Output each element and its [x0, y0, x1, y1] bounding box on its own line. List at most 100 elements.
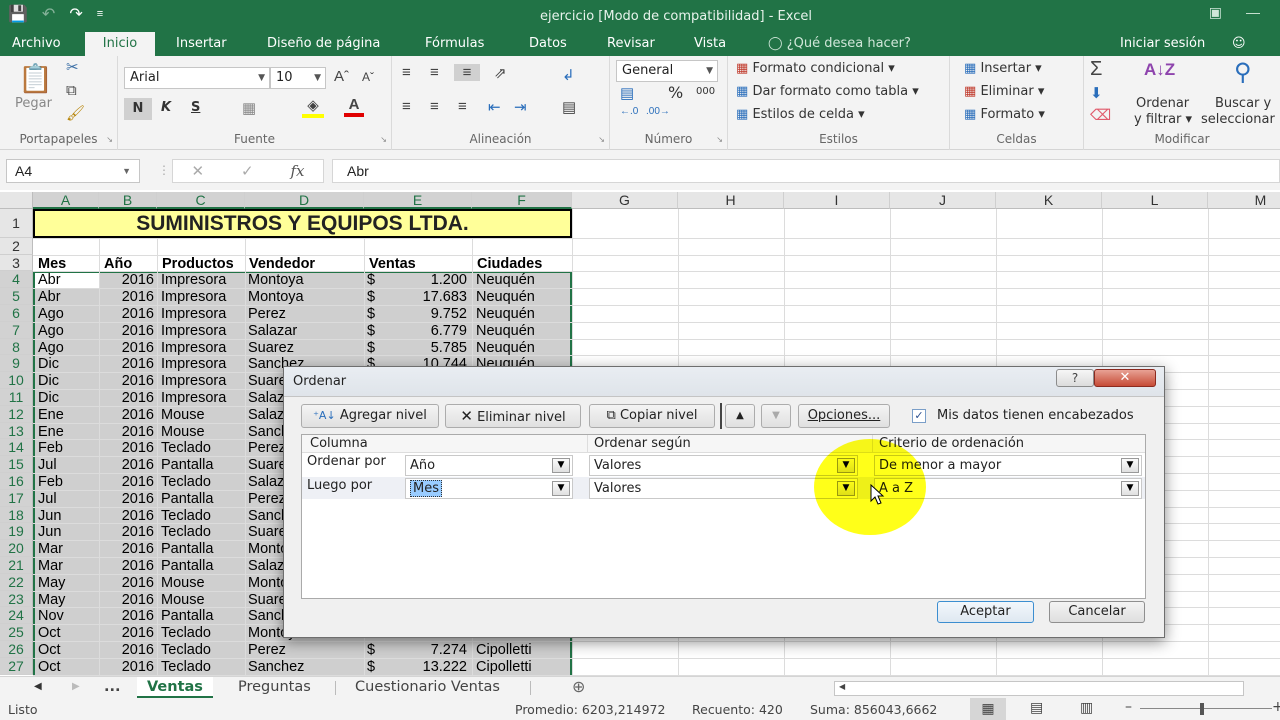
cell-mes[interactable]: Ago [35, 306, 97, 322]
cell-ventas[interactable]: 1.200 [384, 272, 470, 288]
cell-anio[interactable]: 2016 [99, 289, 157, 305]
cell-anio[interactable]: 2016 [99, 608, 157, 624]
currency-icon[interactable]: ▤ [620, 84, 634, 102]
cell-mes[interactable]: Ago [35, 340, 97, 356]
delete-level-button[interactable]: ✕ Eliminar nivel [445, 404, 581, 428]
help-button[interactable]: ? [1056, 369, 1094, 387]
cell-mes[interactable]: Jul [35, 457, 97, 473]
tab-diseno[interactable]: Diseño de página [257, 32, 390, 56]
zoom-out-icon[interactable]: – [1125, 699, 1132, 715]
cell-mes[interactable]: Jun [35, 524, 97, 540]
cell-ciudad[interactable]: Neuquén [473, 340, 571, 356]
cell-producto[interactable]: Impresora [158, 356, 246, 372]
cell-anio[interactable]: 2016 [99, 625, 157, 641]
cell-ventas[interactable]: 6.779 [384, 323, 470, 339]
dialog-title-bar[interactable]: Ordenar ? ✕ [284, 367, 1164, 397]
cell-ventas[interactable]: 17.683 [384, 289, 470, 305]
column-header-g[interactable]: G [572, 192, 678, 209]
cell-mes[interactable]: Oct [35, 625, 97, 641]
column-header-a[interactable]: A [33, 192, 99, 209]
zoom-slider[interactable] [1140, 708, 1272, 709]
page-layout-view-icon[interactable]: ▤ [1030, 700, 1043, 716]
cell-currency[interactable]: $ [364, 642, 384, 658]
cell-producto[interactable]: Impresora [158, 390, 246, 406]
row-header-18[interactable]: 18 [0, 506, 33, 524]
dialog-launcher-icon[interactable]: ↘ [106, 135, 113, 144]
sort-filter-button[interactable]: Ordenar [1136, 96, 1189, 111]
row-header-2[interactable]: 2 [0, 237, 33, 255]
cell-currency[interactable]: $ [364, 272, 384, 288]
cell-currency[interactable]: $ [364, 340, 384, 356]
row-header-15[interactable]: 15 [0, 456, 33, 473]
column-header-l[interactable]: L [1102, 192, 1208, 209]
select-all-corner[interactable] [0, 192, 33, 209]
dialog-launcher-icon[interactable]: ↘ [380, 135, 387, 144]
tab-datos[interactable]: Datos [519, 32, 577, 56]
font-size-select[interactable]: 10 ▼ [270, 67, 326, 89]
scroll-tabs-right-icon[interactable]: ▶ [72, 677, 80, 698]
column-header-e[interactable]: E [364, 192, 472, 209]
column-header-i[interactable]: I [784, 192, 890, 209]
header-cell[interactable]: Ciudades [474, 256, 592, 272]
column-select[interactable]: Mes ▼ [405, 478, 573, 499]
thousands-button[interactable]: 000 [696, 86, 715, 97]
find-select-dropdown[interactable]: seleccionar [1201, 112, 1275, 127]
orientation-icon[interactable]: ⇗ [494, 64, 507, 82]
scroll-tabs-left-icon[interactable]: ◀ [34, 677, 42, 698]
format-cells-button[interactable]: ▦ Formato ▾ [964, 107, 1045, 122]
clear-icon[interactable]: ⌫ [1090, 106, 1111, 124]
row-header-27[interactable]: 27 [0, 657, 33, 675]
cell-mes[interactable]: Mar [35, 541, 97, 557]
borders-icon[interactable]: ▦ [242, 99, 256, 117]
enter-icon[interactable]: ✓ [241, 162, 254, 180]
cell-styles-button[interactable]: ▦ Estilos de celda ▾ [736, 107, 865, 122]
column-header-f[interactable]: F [472, 192, 572, 209]
zoom-in-icon[interactable]: + [1272, 699, 1280, 715]
cell-mes[interactable]: May [35, 592, 97, 608]
cell-producto[interactable]: Teclado [158, 642, 246, 658]
conditional-format-button[interactable]: ▦ Formato condicional ▾ [736, 61, 895, 76]
find-select-button[interactable]: Buscar y [1215, 96, 1271, 111]
row-header-26[interactable]: 26 [0, 641, 33, 658]
more-tabs-button[interactable]: ... [104, 677, 121, 698]
tab-formulas[interactable]: Fórmulas [415, 32, 494, 56]
insert-function-button[interactable]: fx [291, 162, 305, 180]
share-button[interactable]: ☺ Compartir [1222, 32, 1280, 75]
tab-archivo[interactable]: Archivo [2, 32, 71, 56]
font-color-icon[interactable]: A [344, 96, 364, 117]
row-header-3[interactable]: 3 [0, 254, 33, 272]
cell-ventas[interactable]: 13.222 [384, 659, 470, 675]
row-header-6[interactable]: 6 [0, 305, 33, 322]
number-format-select[interactable]: General ▼ [616, 60, 718, 82]
has-headers-checkbox[interactable]: ✓ [912, 409, 926, 423]
cell-mes[interactable]: Feb [35, 474, 97, 490]
cell-producto[interactable]: Mouse [158, 424, 246, 440]
cell-mes[interactable]: May [35, 575, 97, 591]
copy-icon[interactable]: ⧉ [66, 82, 77, 99]
cell-vendedor[interactable]: Salazar [245, 323, 363, 339]
cell-anio[interactable]: 2016 [99, 541, 157, 557]
cancel-button[interactable]: Cancelar [1049, 601, 1145, 623]
cell-mes[interactable]: Dic [35, 390, 97, 406]
sheet-tab-ventas[interactable]: Ventas [137, 677, 213, 698]
cancel-icon[interactable]: ✕ [191, 162, 204, 180]
cell-vendedor[interactable]: Montoya [245, 272, 363, 288]
row-header-20[interactable]: 20 [0, 540, 33, 557]
row-header-19[interactable]: 19 [0, 523, 33, 541]
cell-producto[interactable]: Pantalla [158, 608, 246, 624]
cell-producto[interactable]: Impresora [158, 340, 246, 356]
row-header-22[interactable]: 22 [0, 573, 33, 591]
cell-producto[interactable]: Teclado [158, 625, 246, 641]
paste-button[interactable]: Pegar [15, 96, 52, 111]
column-header-m[interactable]: M [1208, 192, 1280, 209]
underline-button[interactable]: S [191, 100, 200, 115]
cell-anio[interactable]: 2016 [99, 424, 157, 440]
row-header-24[interactable]: 24 [0, 607, 33, 625]
cell-anio[interactable]: 2016 [99, 457, 157, 473]
copy-level-button[interactable]: ⧉ Copiar nivel [589, 404, 715, 428]
increase-indent-icon[interactable]: ⇥ [514, 98, 527, 116]
row-header-5[interactable]: 5 [0, 288, 33, 305]
row-header-1[interactable]: 1 [0, 209, 33, 238]
move-up-button[interactable]: ▲ [725, 404, 755, 428]
cell-mes[interactable]: Nov [35, 608, 97, 624]
